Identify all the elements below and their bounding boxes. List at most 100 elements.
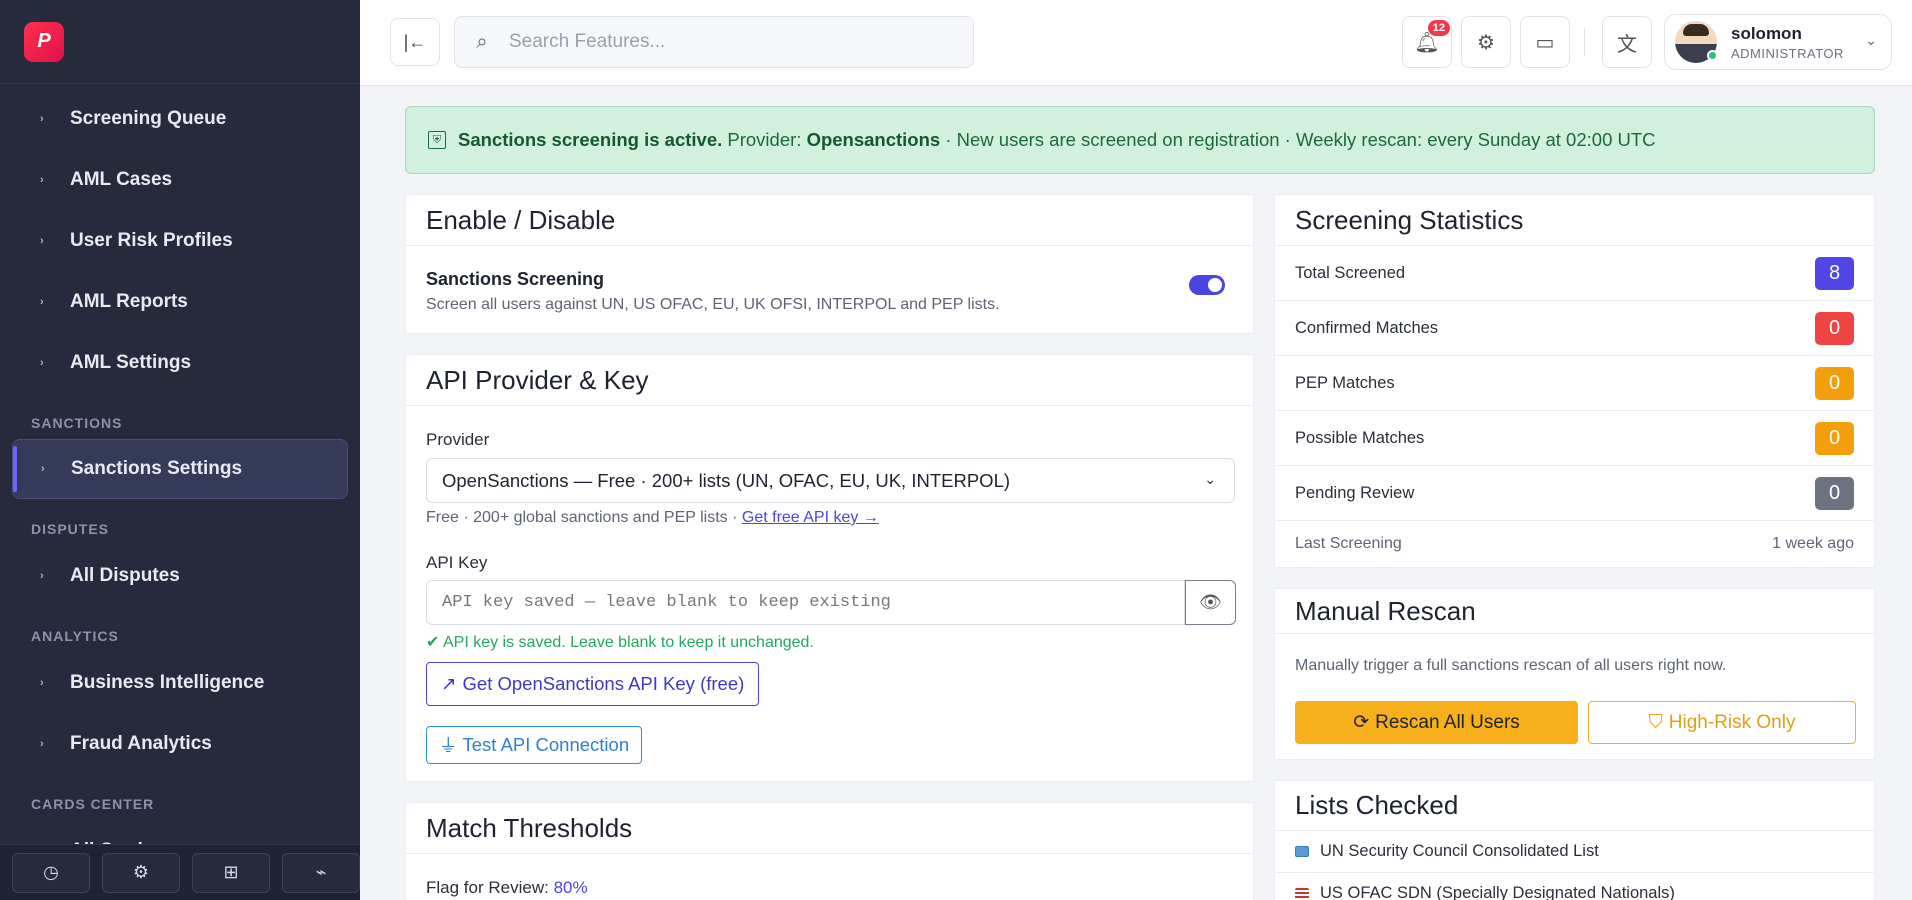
card-title: Lists Checked (1275, 781, 1874, 831)
list-item: US OFAC SDN (Specially Designated Nation… (1275, 873, 1874, 900)
sidebar: P › Screening Queue › AML Cases › User Risk… (0, 0, 360, 900)
sanctions-screening-toggle[interactable] (1189, 275, 1225, 295)
sidebar-item-aml-reports[interactable]: › AML Reports (0, 271, 360, 332)
button-label: Test API Connection (462, 734, 630, 755)
high-risk-only-button[interactable]: ⛉ High-Risk Only (1588, 701, 1856, 744)
sidebar-item-aml-cases[interactable]: › AML Cases (0, 149, 360, 210)
stat-label: Total Screened (1295, 263, 1406, 282)
toggle-knob (1208, 278, 1222, 292)
stat-row-pending-review: Pending Review 0 (1275, 466, 1874, 521)
clock-icon[interactable]: ◷ (12, 852, 90, 893)
sidebar-item-label: AML Settings (70, 351, 192, 373)
stat-label: PEP Matches (1295, 373, 1395, 392)
app-logo[interactable]: P (24, 21, 64, 62)
display-button[interactable]: ▭ (1520, 16, 1570, 68)
card-title: Manual Rescan (1275, 589, 1874, 634)
sidebar-item-user-risk-profiles[interactable]: › User Risk Profiles (0, 210, 360, 271)
list-item: UN Security Council Consolidated List (1275, 831, 1874, 873)
button-label: High-Risk Only (1668, 711, 1796, 733)
stat-row-confirmed-matches: Confirmed Matches 0 (1275, 301, 1874, 356)
divider (1584, 28, 1585, 56)
flag-value: 80% (553, 878, 588, 897)
provider-selected-value: OpenSanctions — Free · 200+ lists (UN, O… (442, 469, 1011, 491)
lists-checked-card: Lists Checked UN Security Council Consol… (1274, 780, 1875, 900)
notification-count-badge: 12 (1427, 20, 1450, 36)
chevron-right-icon: › (41, 463, 45, 475)
stat-row-possible-matches: Possible Matches 0 (1275, 411, 1874, 466)
plug-icon: ⏚ (439, 735, 458, 756)
chevron-right-icon: › (40, 737, 44, 750)
sidebar-item-label: AML Cases (70, 168, 173, 190)
sidebar-item-label: Sanctions Settings (71, 458, 243, 479)
translate-icon: 文 (1617, 33, 1637, 56)
card-title: Screening Statistics (1275, 195, 1874, 246)
broom-icon[interactable]: ⌁ (282, 852, 360, 893)
chevron-right-icon: › (40, 234, 44, 247)
stat-value: 8 (1815, 256, 1854, 290)
stat-label: Confirmed Matches (1295, 318, 1439, 337)
get-free-api-key-link[interactable]: Get free API key → (742, 509, 879, 526)
sidebar-item-aml-settings[interactable]: › AML Settings (0, 332, 360, 393)
stat-row-pep-matches: PEP Matches 0 (1275, 356, 1874, 411)
sidebar-footer: ◷ ⚙ ⊞ ⌁ (0, 844, 360, 900)
sidebar-item-label: Screening Queue (70, 107, 227, 129)
search-input[interactable] (509, 31, 949, 53)
stat-value: 0 (1815, 366, 1854, 400)
sidebar-item-business-intelligence[interactable]: › Business Intelligence (0, 652, 360, 713)
sidebar-header: P (0, 0, 360, 84)
last-screening-value: 1 week ago (1772, 535, 1854, 552)
rescan-all-users-button[interactable]: ⟳ Rescan All Users (1295, 701, 1578, 744)
user-role: ADMINISTRATOR (1731, 45, 1844, 61)
setting-title: Sanctions Screening (426, 269, 605, 289)
user-name: solomon (1731, 23, 1802, 43)
api-provider-card: API Provider & Key Provider OpenSanction… (405, 354, 1254, 782)
provider-hint: Free · 200+ global sanctions and PEP lis… (426, 509, 879, 527)
sidebar-item-all-disputes[interactable]: › All Disputes (0, 545, 360, 606)
online-status-dot (1707, 50, 1718, 61)
topbar: |← ⌕ 🔔︎ 12 ⚙ ▭ 文 solomon ADMINISTRATOR ⌄ (360, 0, 1912, 86)
provider-select[interactable]: OpenSanctions — Free · 200+ lists (UN, O… (426, 458, 1235, 503)
chevron-down-icon: ⌄ (1204, 471, 1216, 487)
rescan-description: Manually trigger a full sanctions rescan… (1295, 657, 1727, 674)
provider-hint-text: Free · 200+ global sanctions and PEP lis… (426, 509, 738, 526)
flag-label: Flag for Review: (426, 878, 549, 897)
notifications-button[interactable]: 🔔︎ 12 (1402, 16, 1452, 68)
toggle-key-visibility-button[interactable]: 👁︎ (1185, 580, 1236, 625)
test-api-connection-button[interactable]: ⏚ Test API Connection (426, 726, 643, 764)
translate-button[interactable]: 文 (1602, 16, 1652, 68)
list-item-label: US OFAC SDN (Specially Designated Nation… (1320, 884, 1675, 900)
chevron-right-icon: › (40, 676, 44, 689)
chevron-right-icon: › (40, 173, 44, 186)
shield-check-icon: ⛨ (428, 131, 446, 149)
eye-icon: 👁︎ (1199, 592, 1222, 612)
section-title-cards-center: CARDS CENTER (31, 796, 155, 812)
collapse-sidebar-button[interactable]: |← (390, 18, 440, 66)
settings-icon[interactable]: ⚙ (102, 852, 180, 893)
api-key-saved-text: API key is saved. Leave blank to keep it… (442, 634, 814, 651)
avatar (1675, 21, 1718, 63)
chevron-right-icon: › (40, 295, 44, 308)
sidebar-item-label: AML Reports (70, 290, 188, 312)
sidebar-item-screening-queue[interactable]: › Screening Queue (0, 88, 360, 149)
stat-value: 0 (1815, 476, 1854, 510)
stat-label: Pending Review (1295, 483, 1415, 502)
card-title: API Provider & Key (406, 355, 1253, 406)
enable-disable-card: Enable / Disable Sanctions Screening Scr… (405, 194, 1254, 334)
stat-row-total-screened: Total Screened 8 (1275, 246, 1874, 301)
sidebar-item-fraud-analytics[interactable]: › Fraud Analytics (0, 713, 360, 774)
settings-button[interactable]: ⚙ (1461, 16, 1511, 68)
get-api-key-button[interactable]: ↗ Get OpenSanctions API Key (free) (426, 662, 760, 706)
list-item-label: UN Security Council Consolidated List (1320, 842, 1599, 860)
match-thresholds-card: Match Thresholds Flag for Review: 80% (405, 802, 1254, 900)
api-key-input[interactable] (426, 580, 1185, 625)
sidebar-item-label: Fraud Analytics (70, 732, 212, 754)
chevron-right-icon: › (40, 356, 44, 369)
sidebar-nav: › Screening Queue › AML Cases › User Risk P… (0, 84, 360, 881)
chevron-right-icon: › (40, 112, 44, 125)
sidebar-item-label: Business Intelligence (70, 671, 265, 693)
provider-label: Provider (426, 430, 490, 449)
search-box[interactable]: ⌕ (454, 16, 974, 68)
user-menu[interactable]: solomon ADMINISTRATOR ⌄ (1664, 14, 1892, 70)
add-message-icon[interactable]: ⊞ (192, 852, 270, 893)
sidebar-item-sanctions-settings[interactable]: › Sanctions Settings (12, 439, 348, 499)
